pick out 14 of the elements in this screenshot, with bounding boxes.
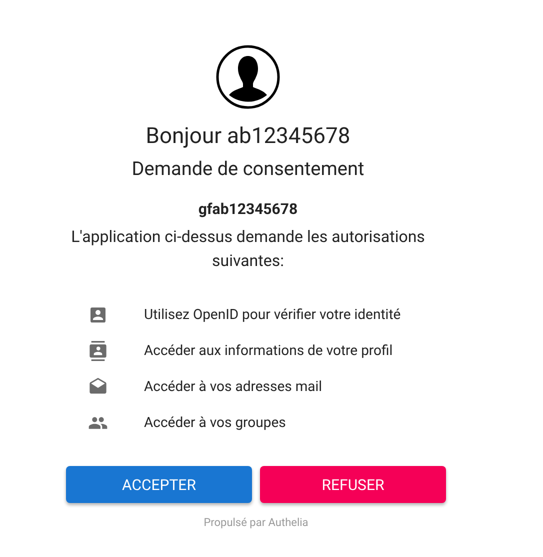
accept-button[interactable]: ACCEPTER bbox=[66, 466, 252, 503]
avatar-icon bbox=[216, 45, 280, 109]
account-box-icon bbox=[88, 305, 108, 325]
permission-label: Accéder à vos groupes bbox=[144, 415, 286, 431]
consent-description: L'application ci-dessus demande les autorisations suivantes: bbox=[70, 226, 426, 272]
client-name: gfab12345678 bbox=[198, 199, 298, 219]
consent-subtitle: Demande de consentement bbox=[132, 156, 364, 182]
powered-by-text: Propulsé par Authelia bbox=[204, 516, 308, 529]
permission-label: Utilisez OpenID pour vérifier votre identité bbox=[144, 307, 401, 323]
contact-card-icon bbox=[88, 341, 108, 361]
permission-label: Accéder à vos adresses mail bbox=[144, 379, 322, 395]
permission-label: Accéder aux informations de votre profil bbox=[144, 343, 393, 359]
refuse-button[interactable]: REFUSER bbox=[260, 466, 446, 503]
greeting-title: Bonjour ab12345678 bbox=[146, 123, 350, 151]
